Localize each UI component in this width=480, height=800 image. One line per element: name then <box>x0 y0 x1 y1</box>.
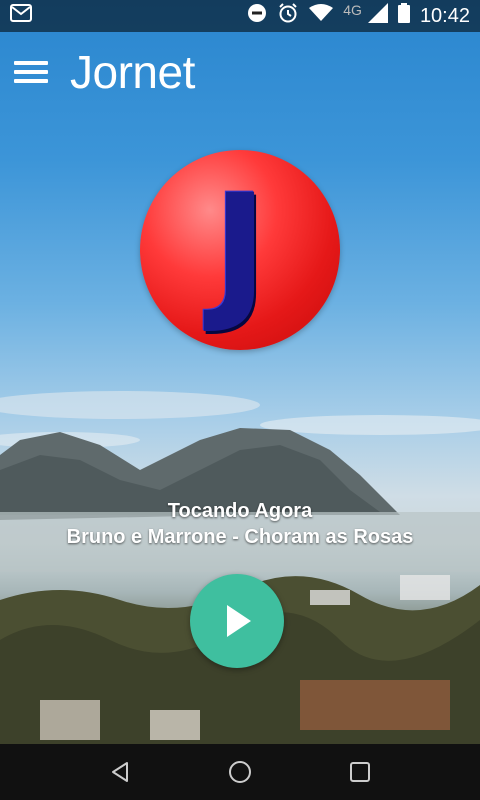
logo-letter: J <box>212 163 268 337</box>
play-button[interactable] <box>190 574 284 668</box>
station-logo: J <box>140 150 340 350</box>
menu-line <box>14 79 48 83</box>
mail-icon <box>10 4 32 28</box>
do-not-disturb-icon <box>247 3 267 29</box>
app-bar: Jornet <box>0 32 480 112</box>
alarm-icon <box>277 2 299 30</box>
home-icon[interactable] <box>220 752 260 792</box>
track-title: Bruno e Marrone - Choram as Rosas <box>66 526 414 548</box>
now-playing-label: Tocando Agora <box>167 500 313 522</box>
battery-icon <box>397 3 410 29</box>
network-type: 4G <box>343 2 362 18</box>
app-title: Jornet <box>70 46 195 98</box>
landscape-illustration <box>0 391 480 800</box>
play-icon <box>227 605 251 637</box>
menu-line <box>14 70 48 74</box>
navigation-bar <box>0 744 480 800</box>
status-icons: 4G 10:42 <box>247 2 470 30</box>
background-image <box>0 0 480 800</box>
clock: 10:42 <box>419 4 470 27</box>
back-icon[interactable] <box>100 752 140 792</box>
hamburger-menu-icon[interactable] <box>14 57 48 87</box>
signal-icon <box>367 3 388 29</box>
recents-icon[interactable] <box>340 752 380 792</box>
wifi-icon <box>309 4 334 28</box>
status-bar: 4G 10:42 <box>0 0 480 32</box>
menu-line <box>14 61 48 65</box>
